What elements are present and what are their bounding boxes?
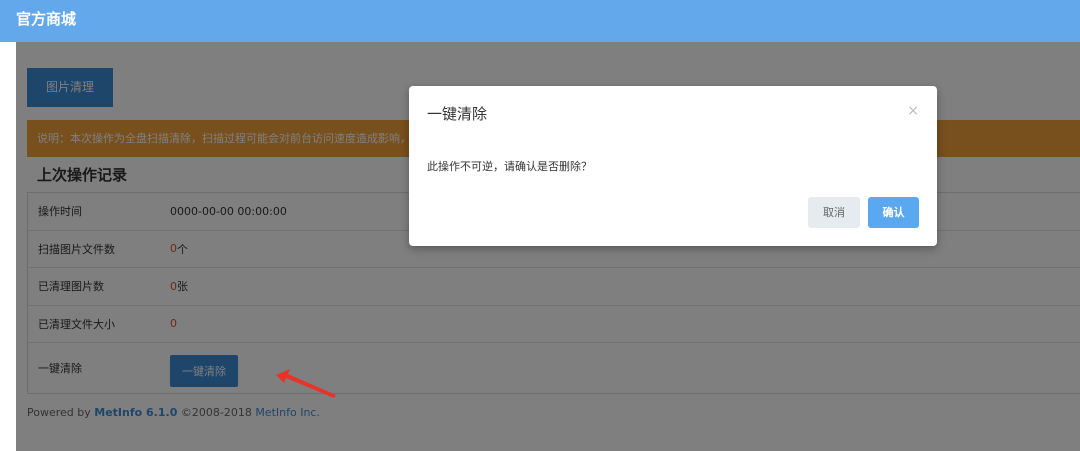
dialog-title: 一键清除 xyxy=(427,105,488,123)
confirm-dialog: 一键清除 × 此操作不可逆，请确认是否删除？ 取消 确认 xyxy=(409,86,937,246)
close-icon[interactable]: × xyxy=(907,103,919,119)
red-arrow-annotation xyxy=(276,369,336,398)
dialog-message: 此操作不可逆，请确认是否删除？ xyxy=(427,160,592,173)
confirm-button[interactable]: 确认 xyxy=(868,197,919,228)
cancel-button[interactable]: 取消 xyxy=(808,197,860,228)
app-title: 官方商城 xyxy=(16,10,77,28)
app-header: 官方商城 xyxy=(0,0,1080,42)
